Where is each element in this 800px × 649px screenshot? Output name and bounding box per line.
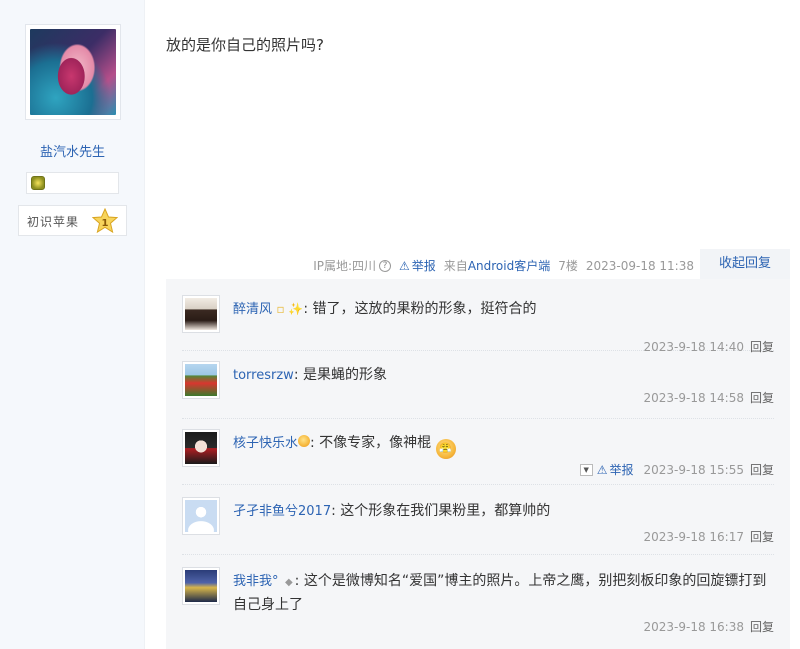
smile-emoji-icon <box>298 435 311 447</box>
level-box[interactable]: 初识苹果 1 <box>18 205 127 236</box>
comment-username[interactable]: 孑孑非鱼兮2017 <box>233 504 331 519</box>
comment-username[interactable]: 核子快乐水 <box>233 436 298 451</box>
help-icon[interactable]: ? <box>379 259 392 272</box>
comment-username[interactable]: 我非我° <box>233 574 279 589</box>
comment-avatar[interactable] <box>182 567 220 605</box>
comment-time: 2023-9-18 15:55 <box>643 462 744 477</box>
reply-button[interactable]: 回复 <box>750 461 774 478</box>
comment-item: 我非我° ◆: 这个是微博知名“爱国”博主的照片。上帝之鹰，别把刻板印象的回旋镖… <box>182 567 774 643</box>
comment-footer: 2023-9-18 16:17 回复 <box>643 528 774 545</box>
comment-footer: ▼ ⚠ 举报 2023-9-18 15:55 回复 <box>579 461 774 478</box>
warning-icon: ⚠ <box>596 462 608 477</box>
comment-time: 2023-9-18 14:40 <box>643 339 744 354</box>
report-label: 举报 <box>411 259 436 273</box>
comment-footer: 2023-9-18 14:58 回复 <box>643 389 774 406</box>
post-datetime: 2023-09-18 11:38 <box>585 258 694 273</box>
client-prefix: 来自 <box>443 259 468 273</box>
comment-item: torresrzw: 是果蝇的形象 2023-9-18 14:58 回复 <box>182 361 774 419</box>
author-sidebar: 盐汽水先生 初识苹果 1 <box>0 0 145 649</box>
comment-username[interactable]: 醉清风 <box>233 302 272 317</box>
comment-text: 核子快乐水: 不像专家，像神棍 😤 <box>233 432 773 459</box>
comment-item: 核子快乐水: 不像专家，像神棍 😤 ▼ ⚠ 举报 2023-9-18 15:55… <box>182 429 774 485</box>
report-button[interactable]: ⚠ 举报 <box>399 257 436 274</box>
post-meta-bar: IP属地:四川 ? ⚠ 举报 来自 Android客户端 7楼 2023-09-… <box>166 249 790 279</box>
reply-button[interactable]: 回复 <box>750 389 774 406</box>
level-star-icon: 1 <box>92 208 118 234</box>
badge-row <box>26 172 119 194</box>
comment-username[interactable]: torresrzw <box>233 368 294 383</box>
comment-text: 醉清风 ▫ ✨: 错了，这放的果粉的形象，挺符合的 <box>233 301 537 317</box>
comment-time: 2023-9-18 14:58 <box>643 390 744 405</box>
comment-text: 孑孑非鱼兮2017: 这个形象在我们果粉里，都算帅的 <box>233 503 551 519</box>
level-label: 初识苹果 <box>27 215 80 229</box>
comment-time: 2023-9-18 16:38 <box>643 619 744 634</box>
post-meta: IP属地:四川 ? ⚠ 举报 来自 Android客户端 7楼 2023-09-… <box>313 257 694 274</box>
client-link[interactable]: Android客户端 <box>468 257 550 274</box>
diamond-icon: ◆ <box>284 577 293 588</box>
comment-item: 孑孑非鱼兮2017: 这个形象在我们果粉里，都算帅的 2023-9-18 16:… <box>182 497 774 555</box>
comment-text: torresrzw: 是果蝇的形象 <box>233 367 387 383</box>
post-content: 放的是你自己的照片吗? <box>166 36 324 54</box>
level-number: 1 <box>102 218 109 229</box>
comment-list: 醉清风 ▫ ✨: 错了，这放的果粉的形象，挺符合的 2023-9-18 14:4… <box>166 279 790 649</box>
comment-time: 2023-9-18 16:17 <box>643 529 744 544</box>
reply-button[interactable]: 回复 <box>750 618 774 635</box>
floor-number: 7楼 <box>558 259 578 273</box>
comment-avatar[interactable] <box>182 429 220 467</box>
comment-text: 我非我° ◆: 这个是微博知名“爱国”博主的照片。上帝之鹰，别把刻板印象的回旋镖… <box>233 573 767 613</box>
comment-item: 醉清风 ▫ ✨: 错了，这放的果粉的形象，挺符合的 2023-9-18 14:4… <box>182 295 774 354</box>
comment-avatar[interactable] <box>182 295 220 333</box>
dropdown-icon[interactable]: ▼ <box>579 463 593 476</box>
collapse-replies-button[interactable]: 收起回复 <box>700 249 790 279</box>
comment-footer: 2023-9-18 14:40 回复 <box>643 338 774 355</box>
comment-footer: 2023-9-18 16:38 回复 <box>643 618 774 635</box>
member-badge-icon[interactable] <box>31 176 45 190</box>
reply-button[interactable]: 回复 <box>750 338 774 355</box>
author-avatar[interactable] <box>25 24 121 120</box>
author-avatar-image <box>30 29 116 115</box>
comment-avatar[interactable] <box>182 497 220 535</box>
warning-icon: ⚠ <box>399 258 410 273</box>
angry-face-emoji-icon: 😤 <box>435 439 456 459</box>
comment-avatar[interactable] <box>182 361 220 399</box>
user-badge-icon: ▫ ✨ <box>276 302 304 316</box>
report-button[interactable]: ⚠ 举报 <box>597 461 634 478</box>
reply-button[interactable]: 回复 <box>750 528 774 545</box>
author-name[interactable]: 盐汽水先生 <box>0 141 145 160</box>
ip-location: IP属地:四川 <box>313 259 377 273</box>
